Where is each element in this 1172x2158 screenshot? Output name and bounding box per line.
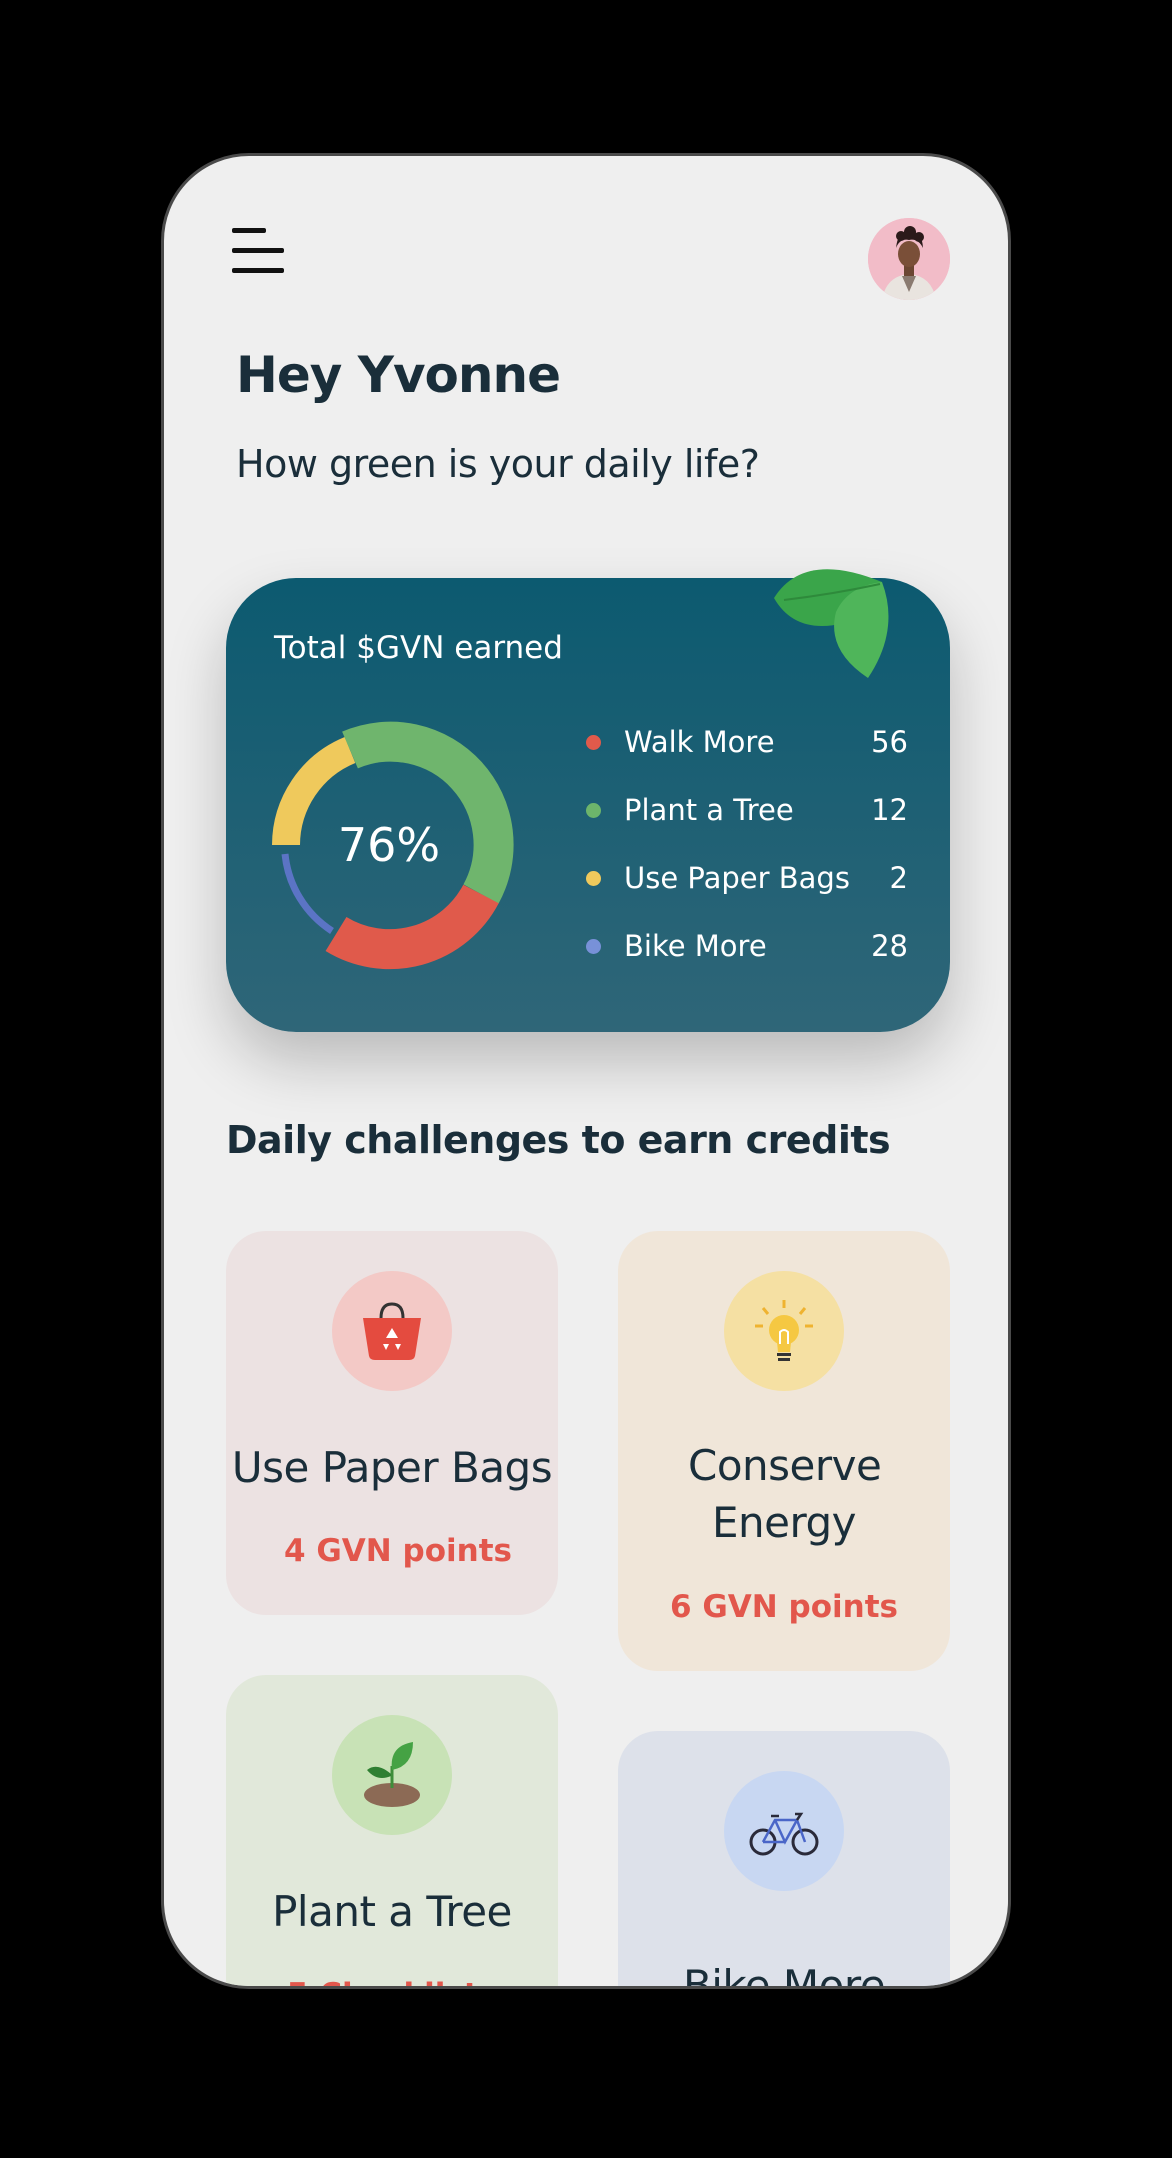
challenge-icon-bg [724, 1771, 844, 1891]
challenge-icon-bg [724, 1271, 844, 1391]
challenge-card-paper-bags[interactable]: Use Paper Bags 4 GVN points [226, 1231, 558, 1615]
menu-line [232, 228, 266, 233]
challenge-icon-bg [332, 1271, 452, 1391]
legend-item-plant-a-tree: Plant a Tree 12 [586, 776, 908, 844]
shopping-bag-recycle-icon [363, 1302, 421, 1360]
challenge-icon-bg [332, 1715, 452, 1835]
legend-dot [586, 871, 601, 886]
challenge-title: Plant a Tree [272, 1887, 512, 1936]
leaf-icon [774, 569, 889, 678]
legend-value: 28 [871, 929, 908, 963]
legend-value: 56 [871, 725, 908, 759]
bicycle-icon [749, 1812, 819, 1856]
legend-dot [586, 803, 601, 818]
challenge-card-bike-more[interactable]: Bike More [618, 1731, 950, 1989]
legend-label: Use Paper Bags [624, 861, 850, 895]
earnings-card-title: Total $GVN earned [274, 630, 563, 666]
legend-item-use-paper-bags: Use Paper Bags 2 [586, 844, 908, 912]
legend-item-walk-more: Walk More 56 [586, 708, 908, 776]
legend-item-bike-more: Bike More 28 [586, 912, 908, 980]
challenge-points: 6 GVN points [670, 1589, 898, 1625]
challenge-points: 4 GVN points [284, 1533, 512, 1569]
sprout-icon [364, 1742, 420, 1807]
greeting-title: Hey Yvonne [236, 346, 561, 404]
avatar[interactable] [868, 218, 950, 300]
challenge-points: 5 Checklists [226, 1977, 558, 1986]
legend-label: Bike More [624, 929, 767, 963]
legend-dot [586, 735, 601, 750]
legend-label: Walk More [624, 725, 775, 759]
earnings-legend: Walk More 56 Plant a Tree 12 Use Paper B… [586, 708, 908, 980]
legend-value: 12 [871, 793, 908, 827]
challenge-title: Use Paper Bags [231, 1443, 553, 1492]
challenge-title: Conserve Energy [688, 1441, 882, 1547]
hamburger-menu-icon[interactable] [232, 228, 284, 274]
menu-line [232, 248, 284, 253]
greeting-subtitle: How green is your daily life? [236, 442, 760, 486]
legend-value: 2 [889, 861, 908, 895]
legend-label: Plant a Tree [624, 793, 794, 827]
light-bulb-icon [755, 1300, 813, 1361]
avatar-portrait-icon [868, 218, 950, 300]
challenge-title: Bike More [682, 1961, 886, 1989]
menu-line [232, 268, 284, 273]
challenges-section-title: Daily challenges to earn credits [226, 1118, 891, 1162]
legend-dot [586, 939, 601, 954]
challenge-card-conserve-energy[interactable]: Conserve Energy 6 GVN points [618, 1231, 950, 1671]
phone-frame: Hey Yvonne How green is your daily life?… [161, 153, 1011, 1989]
challenge-card-plant-a-tree[interactable]: Plant a Tree 5 Checklists [226, 1675, 558, 1986]
donut-percent-label: 76% [337, 818, 441, 872]
